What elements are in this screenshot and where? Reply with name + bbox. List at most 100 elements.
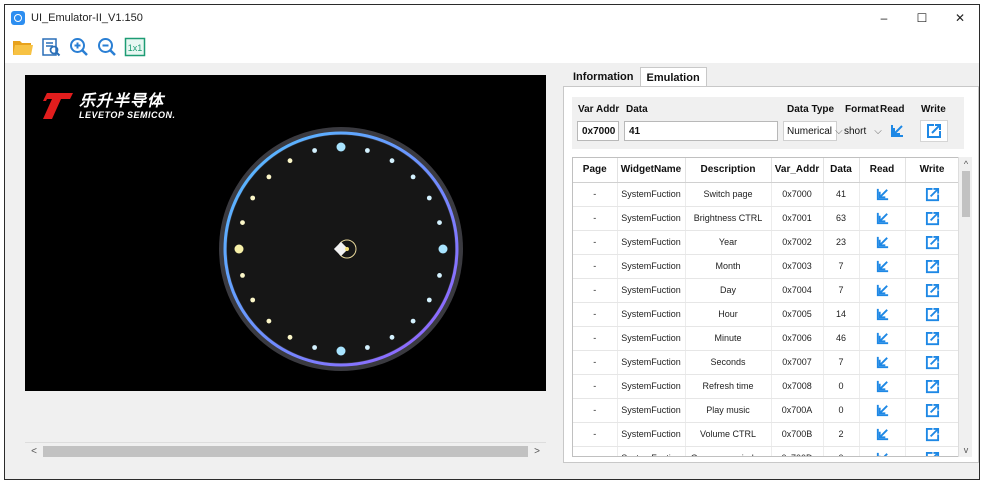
column-header-widgetname[interactable]: WidgetName — [617, 158, 686, 183]
cell-page: - — [573, 278, 618, 303]
variable-editor: Var Addr Data Data Type Format Read Writ… — [572, 97, 964, 149]
data-type-select[interactable]: Numerical ⌵ — [783, 121, 843, 141]
read-button[interactable] — [883, 120, 911, 142]
row-read-button[interactable] — [859, 182, 906, 207]
row-read-button[interactable] — [859, 350, 906, 375]
emulator-display-pane: 乐升半导体 LEVETOP SEMICON. < > — [25, 75, 546, 462]
read-icon — [876, 260, 888, 272]
scroll-up-icon[interactable]: ^ — [959, 158, 973, 170]
data-field[interactable]: 41 — [624, 121, 778, 141]
table-row[interactable]: - SystemFuction Hour 0x7005 14 — [573, 302, 960, 327]
cell-var-addr: 0x7006 — [771, 326, 824, 351]
clock-tick-dot — [312, 148, 317, 153]
table-row[interactable]: - SystemFuction Minute 0x7006 46 — [573, 326, 960, 351]
row-read-button[interactable] — [859, 446, 906, 456]
vertical-scroll-thumb[interactable] — [962, 171, 970, 217]
scroll-left-icon[interactable]: < — [27, 445, 41, 458]
table-row[interactable]: - SystemFuction Play music 0x700A 0 — [573, 398, 960, 423]
read-icon — [876, 428, 888, 440]
horizontal-scrollbar[interactable]: < > — [25, 442, 546, 459]
cell-description: Day — [685, 278, 772, 303]
row-read-button[interactable] — [859, 302, 906, 327]
cell-var-addr: 0x7008 — [771, 374, 824, 399]
cell-widget-name: SystemFuction — [617, 254, 686, 279]
table-row[interactable]: - SystemFuction Month 0x7003 7 — [573, 254, 960, 279]
column-header-read[interactable]: Read — [859, 158, 906, 183]
table-body: - SystemFuction Switch page 0x7000 41- System… — [573, 182, 960, 456]
row-read-button[interactable] — [859, 422, 906, 447]
close-button[interactable]: ✕ — [941, 5, 979, 31]
clock-tick-dot — [287, 334, 293, 340]
table-row[interactable]: - SystemFuction Year 0x7002 23 — [573, 230, 960, 255]
clock-tick-dot — [336, 142, 346, 152]
scroll-down-icon[interactable]: v — [959, 444, 973, 456]
tab-information[interactable]: Information — [567, 67, 640, 87]
clock-tick-dot — [438, 244, 448, 254]
row-write-button[interactable] — [905, 446, 960, 456]
tab-emulation[interactable]: Emulation — [639, 67, 707, 87]
open-folder-button[interactable] — [11, 35, 35, 59]
clock-tick-dot — [240, 273, 245, 278]
canvas-empty-area — [25, 391, 546, 442]
cell-page: - — [573, 398, 618, 423]
row-write-button[interactable] — [905, 302, 960, 327]
actual-size-button[interactable]: 1x1 — [123, 35, 147, 59]
table-row[interactable]: - SystemFuction Seconds 0x7007 7 — [573, 350, 960, 375]
table-row[interactable]: - SystemFuction Volume CTRL 0x700B 2 — [573, 422, 960, 447]
row-read-button[interactable] — [859, 374, 906, 399]
column-header-page[interactable]: Page — [573, 158, 618, 183]
row-write-button[interactable] — [905, 182, 960, 207]
window-title: UI_Emulator-II_V1.150 — [31, 12, 143, 24]
row-read-button[interactable] — [859, 230, 906, 255]
column-header-data[interactable]: Data — [823, 158, 860, 183]
cell-page: - — [573, 230, 618, 255]
table-row[interactable]: - SystemFuction Refresh time 0x7008 0 — [573, 374, 960, 399]
table-row[interactable]: - SystemFuction Brightness CTRL 0x7001 63 — [573, 206, 960, 231]
row-write-button[interactable] — [905, 326, 960, 351]
cell-data: 46 — [823, 326, 860, 351]
write-label: Write — [921, 104, 946, 115]
vertical-scrollbar[interactable]: ^ v — [958, 157, 972, 457]
cell-data: 0 — [823, 398, 860, 423]
clock-tick-dot — [250, 195, 256, 201]
maximize-button[interactable]: ☐ — [903, 5, 941, 31]
row-write-button[interactable] — [905, 350, 960, 375]
row-write-button[interactable] — [905, 374, 960, 399]
write-button[interactable] — [920, 120, 948, 142]
row-read-button[interactable] — [859, 326, 906, 351]
cell-data: 0 — [823, 374, 860, 399]
emulator-canvas[interactable]: 乐升半导体 LEVETOP SEMICON. — [25, 75, 546, 391]
zoom-out-button[interactable] — [95, 35, 119, 59]
column-header-description[interactable]: Description — [685, 158, 772, 183]
row-write-button[interactable] — [905, 206, 960, 231]
row-read-button[interactable] — [859, 206, 906, 231]
write-icon — [925, 187, 939, 201]
var-addr-label: Var Addr — [578, 104, 620, 115]
row-read-button[interactable] — [859, 278, 906, 303]
cell-description: Seconds — [685, 350, 772, 375]
table-row[interactable]: -SystemFuctionOpen pop_window0x700D0 — [573, 446, 960, 456]
table-row[interactable]: - SystemFuction Switch page 0x7000 41 — [573, 182, 960, 207]
cell-data: 7 — [823, 254, 860, 279]
row-write-button[interactable] — [905, 230, 960, 255]
minimize-button[interactable]: – — [865, 5, 903, 31]
row-read-button[interactable] — [859, 398, 906, 423]
format-select[interactable]: short ⌵ — [842, 121, 882, 141]
row-write-button[interactable] — [905, 398, 960, 423]
write-icon — [925, 355, 939, 369]
table-row[interactable]: - SystemFuction Day 0x7004 7 — [573, 278, 960, 303]
write-icon — [927, 124, 941, 138]
var-addr-field[interactable]: 0x7000 — [577, 121, 619, 141]
column-header-write[interactable]: Write — [905, 158, 960, 183]
row-write-button[interactable] — [905, 254, 960, 279]
write-icon — [925, 403, 939, 417]
column-header-var-addr[interactable]: Var_Addr — [771, 158, 824, 183]
horizontal-scroll-thumb[interactable] — [43, 446, 528, 457]
row-write-button[interactable] — [905, 278, 960, 303]
zoom-in-button[interactable] — [67, 35, 91, 59]
preview-button[interactable] — [39, 35, 63, 59]
row-write-button[interactable] — [905, 422, 960, 447]
cell-description: Hour — [685, 302, 772, 327]
scroll-right-icon[interactable]: > — [530, 445, 544, 458]
row-read-button[interactable] — [859, 254, 906, 279]
